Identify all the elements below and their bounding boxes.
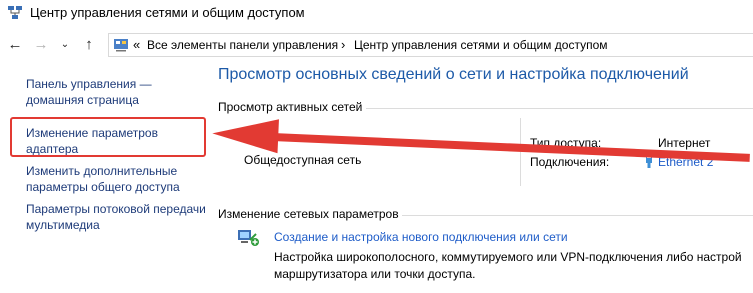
divider (402, 215, 753, 216)
control-panel-icon (114, 39, 128, 52)
title-bar: Центр управления сетями и общим доступом (0, 0, 753, 28)
access-type-value: Интернет (658, 136, 711, 150)
window-title: Центр управления сетями и общим доступом (30, 5, 305, 20)
navigation-bar: ← → ⌄ ↑ « Все элементы панели управления… (0, 32, 753, 58)
page-title: Просмотр основных сведений о сети и наст… (218, 66, 689, 83)
active-networks-label: Просмотр активных сетей (218, 100, 363, 114)
breadcrumb-network-center[interactable]: Центр управления сетями и общим доступом (354, 38, 608, 52)
annotation-highlight-box (10, 117, 206, 157)
arrow-up-icon[interactable]: ↑ (80, 36, 98, 54)
sidebar-item-sharing-settings[interactable]: Изменить дополнительные параметры общего… (26, 163, 206, 195)
breadcrumb-all-items[interactable]: Все элементы панели управления (147, 38, 338, 52)
chevron-down-icon[interactable]: ⌄ (56, 36, 74, 54)
arrow-right-icon[interactable]: → (32, 36, 50, 54)
change-settings-label: Изменение сетевых параметров (218, 207, 399, 221)
main-content: Просмотр основных сведений о сети и наст… (218, 60, 753, 293)
divider (520, 118, 521, 186)
arrow-left-icon[interactable]: ← (6, 36, 24, 54)
access-type-label: Тип доступа: (530, 136, 602, 150)
new-connection-description: Настройка широкополосного, коммутируемог… (274, 250, 742, 281)
network-name: Общедоступная сеть (244, 153, 362, 167)
address-bar[interactable]: « Все элементы панели управления › Центр… (108, 33, 753, 57)
ethernet-icon (646, 154, 652, 168)
connections-label: Подключения: (530, 155, 610, 169)
overflow-chevron[interactable]: « (133, 37, 140, 52)
divider (366, 108, 753, 109)
new-connection-icon (238, 230, 259, 246)
network-center-icon (8, 6, 22, 19)
breadcrumb-separator[interactable]: › (341, 37, 345, 52)
sidebar-item-home[interactable]: Панель управления — домашняя страница (26, 76, 206, 108)
new-connection-link[interactable]: Создание и настройка нового подключения … (274, 230, 568, 244)
connection-link[interactable]: Ethernet 2 (658, 155, 713, 169)
sidebar: Панель управления — домашняя страница Из… (0, 60, 210, 293)
sidebar-item-media-streaming[interactable]: Параметры потоковой передачи мультимедиа (26, 201, 206, 233)
